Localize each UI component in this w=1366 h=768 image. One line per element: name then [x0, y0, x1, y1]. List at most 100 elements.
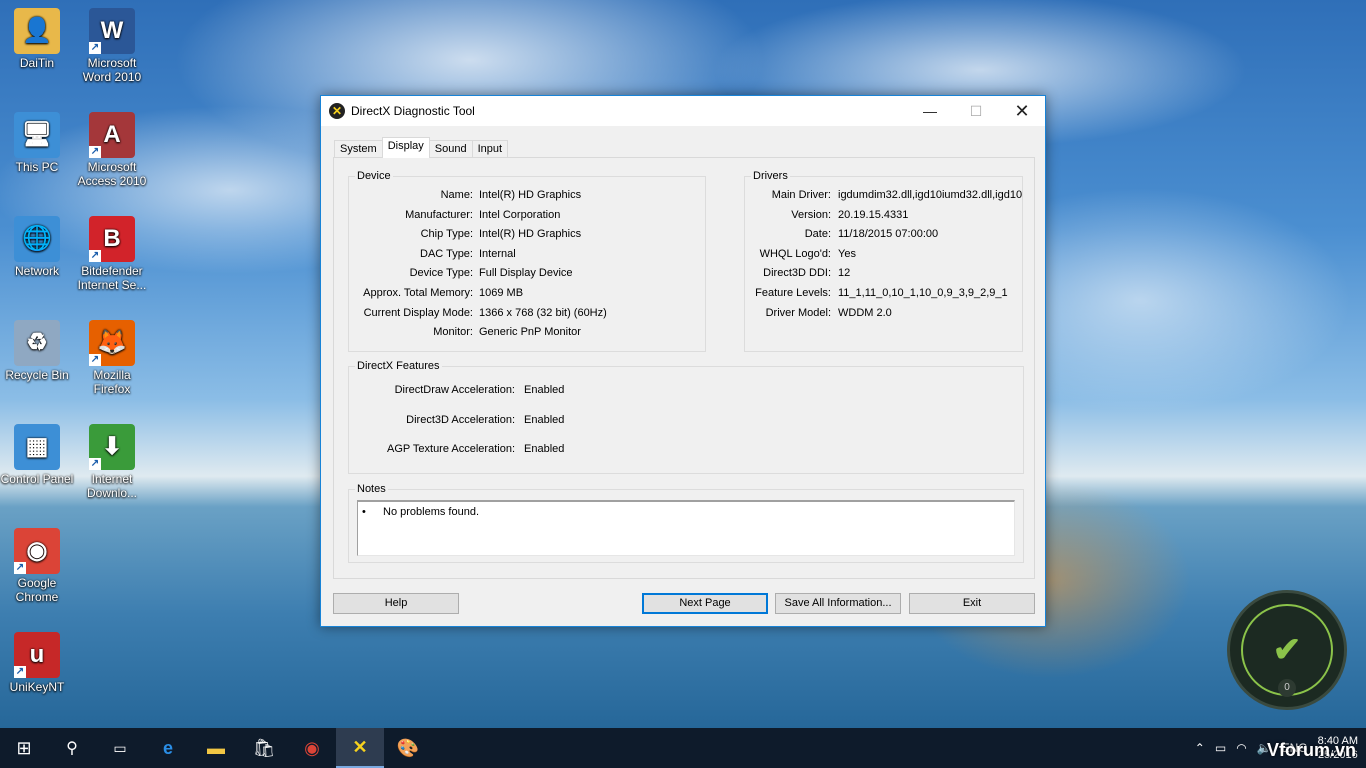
save-all-information-button[interactable]: Save All Information...: [775, 593, 901, 614]
device-label: Monitor:: [433, 326, 473, 339]
desktop-icon-label: Microsoft Word 2010: [82, 56, 142, 84]
notes-bullet: •: [362, 506, 366, 518]
desktop-icon[interactable]: ⬇ ↗ Internet Downlo...: [75, 424, 149, 500]
next-page-button[interactable]: Next Page: [642, 593, 768, 614]
driver-label: WHQL Logo'd:: [759, 247, 831, 260]
network-icon: 🌐: [14, 216, 60, 262]
driver-value: 12: [838, 267, 851, 280]
desktop-icon-label: Microsoft Access 2010: [77, 160, 147, 188]
driver-row: Driver Model: WDDM 2.0: [745, 307, 1022, 321]
store-icon: 🛍: [252, 737, 276, 758]
desktop-icon[interactable]: u ↗ UniKeyNT: [0, 632, 74, 694]
device-value: Generic PnP Monitor: [479, 326, 581, 339]
device-label: Device Type:: [409, 267, 473, 280]
tab-display[interactable]: Display: [381, 137, 430, 158]
notes-legend: Notes: [355, 483, 388, 495]
driver-label: Feature Levels:: [755, 287, 831, 299]
maximize-button[interactable]: ☐: [953, 96, 999, 126]
feature-value: Enabled: [524, 384, 565, 396]
device-value: 1366 x 768 (32 bit) (60Hz): [479, 306, 607, 319]
taskbar-file-explorer[interactable]: ▬: [192, 728, 240, 768]
device-label: Manufacturer:: [405, 208, 473, 221]
device-row: DAC Type: Internal: [349, 248, 705, 262]
driver-value: 11_1,11_0,10_1,10_0,9_3,9_2,9_1: [838, 287, 1008, 299]
notes-textbox[interactable]: • No problems found.: [357, 500, 1015, 556]
device-row: Name: Intel(R) HD Graphics: [349, 189, 705, 203]
device-value: 1069 MB: [479, 287, 524, 299]
start-button[interactable]: ⊞: [0, 728, 48, 768]
device-value: Internal: [479, 247, 516, 260]
driver-label: Main Driver:: [771, 189, 831, 201]
desktop-icon[interactable]: W ↗ Microsoft Word 2010: [75, 8, 149, 84]
taskbar-edge[interactable]: e: [144, 728, 192, 768]
taskbar-chrome[interactable]: ◉: [288, 728, 336, 768]
desktop-icon-label: Control Panel: [0, 472, 74, 486]
desktop-icon[interactable]: 👤 DaiTin: [0, 8, 74, 70]
minimize-button[interactable]: —: [907, 96, 953, 126]
desktop-icon[interactable]: B ↗ Bitdefender Internet Se...: [75, 216, 149, 292]
taskbar-store[interactable]: 🛍: [240, 728, 288, 768]
driver-value: WDDM 2.0: [838, 306, 892, 319]
chrome-icon: ◉: [304, 737, 320, 758]
window-title: DirectX Diagnostic Tool: [351, 104, 475, 118]
feature-row: Direct3D Acceleration: Enabled: [349, 414, 1023, 428]
device-row: Device Type: Full Display Device: [349, 267, 705, 281]
desktop-icon[interactable]: ▦ Control Panel: [0, 424, 74, 486]
desktop-icon-label: DaiTin: [19, 56, 55, 70]
drivers-legend: Drivers: [751, 170, 790, 182]
feature-row: AGP Texture Acceleration: Enabled: [349, 443, 1023, 457]
shortcut-arrow-icon: ↗: [89, 146, 101, 158]
driver-label: Version:: [791, 208, 831, 221]
chrome-icon: ◉ ↗: [14, 528, 60, 574]
desktop-icon[interactable]: 🌐 Network: [0, 216, 74, 278]
notes-group: Notes • No problems found.: [348, 483, 1024, 563]
desktop-icon-label: Bitdefender Internet Se...: [77, 264, 147, 292]
computer-icon: 🖥: [14, 112, 60, 158]
taskbar: ⊞ ⚲ ▭ e ▬ 🛍 ◉ ✕ 🎨 ⌃ ▭ ◠ 🔈 ENG 8:40 AM 25…: [0, 728, 1366, 768]
help-button[interactable]: Help: [333, 593, 459, 614]
taskbar-paint[interactable]: 🎨: [384, 728, 432, 768]
device-legend: Device: [355, 170, 393, 182]
directx-diagnostic-window: ✕ DirectX Diagnostic Tool — ☐ ✕ System D…: [320, 95, 1046, 627]
desktop-icon-label: Network: [14, 264, 59, 278]
unikey-icon: u ↗: [14, 632, 60, 678]
tab-system[interactable]: System: [334, 140, 383, 158]
battery-icon[interactable]: ▭: [1215, 741, 1226, 755]
user-folder-icon: 👤: [14, 8, 60, 54]
directx-icon: ✕: [352, 736, 368, 757]
desktop-icon[interactable]: ♻ Recycle Bin: [0, 320, 74, 382]
desktop-icon[interactable]: ◉ ↗ Google Chrome: [0, 528, 74, 604]
tab-sound[interactable]: Sound: [428, 140, 473, 158]
tab-input[interactable]: Input: [471, 140, 509, 158]
desktop-icon-label: Recycle Bin: [5, 368, 69, 382]
device-value: Intel(R) HD Graphics: [479, 189, 582, 201]
title-bar[interactable]: ✕ DirectX Diagnostic Tool — ☐ ✕: [321, 96, 1045, 126]
desktop-icon[interactable]: A ↗ Microsoft Access 2010: [75, 112, 149, 188]
shortcut-arrow-icon: ↗: [89, 42, 101, 54]
feature-label: Direct3D Acceleration:: [406, 413, 515, 426]
exit-button[interactable]: Exit: [909, 593, 1035, 614]
wifi-icon[interactable]: ◠: [1236, 741, 1246, 755]
desktop-icon-label: Google Chrome: [15, 576, 59, 604]
device-label: Current Display Mode:: [363, 306, 473, 319]
taskbar-directx[interactable]: ✕: [336, 728, 384, 768]
notes-text: No problems found.: [383, 506, 479, 518]
search-button[interactable]: ⚲: [48, 728, 96, 768]
status-gauge-widget[interactable]: ✔ 0: [1227, 590, 1347, 710]
feature-row: DirectDraw Acceleration: Enabled: [349, 384, 1023, 398]
word-icon: W ↗: [89, 8, 135, 54]
device-label: DAC Type:: [420, 247, 473, 260]
close-button[interactable]: ✕: [999, 96, 1045, 126]
shortcut-arrow-icon: ↗: [14, 666, 26, 678]
gauge-count: 0: [1278, 679, 1296, 697]
edge-icon: e: [162, 737, 173, 758]
device-value: Intel(R) HD Graphics: [479, 228, 582, 241]
task-view-button[interactable]: ▭: [96, 728, 144, 768]
chevron-up-icon[interactable]: ⌃: [1195, 741, 1205, 755]
desktop-icon[interactable]: 🖥 This PC: [0, 112, 74, 174]
driver-value: 11/18/2015 07:00:00: [838, 228, 939, 241]
device-label: Name:: [440, 189, 473, 201]
watermark-logo: Vforum.vn: [1266, 740, 1356, 760]
device-label: Approx. Total Memory:: [363, 287, 473, 299]
desktop-icon[interactable]: 🦊 ↗ Mozilla Firefox: [75, 320, 149, 396]
